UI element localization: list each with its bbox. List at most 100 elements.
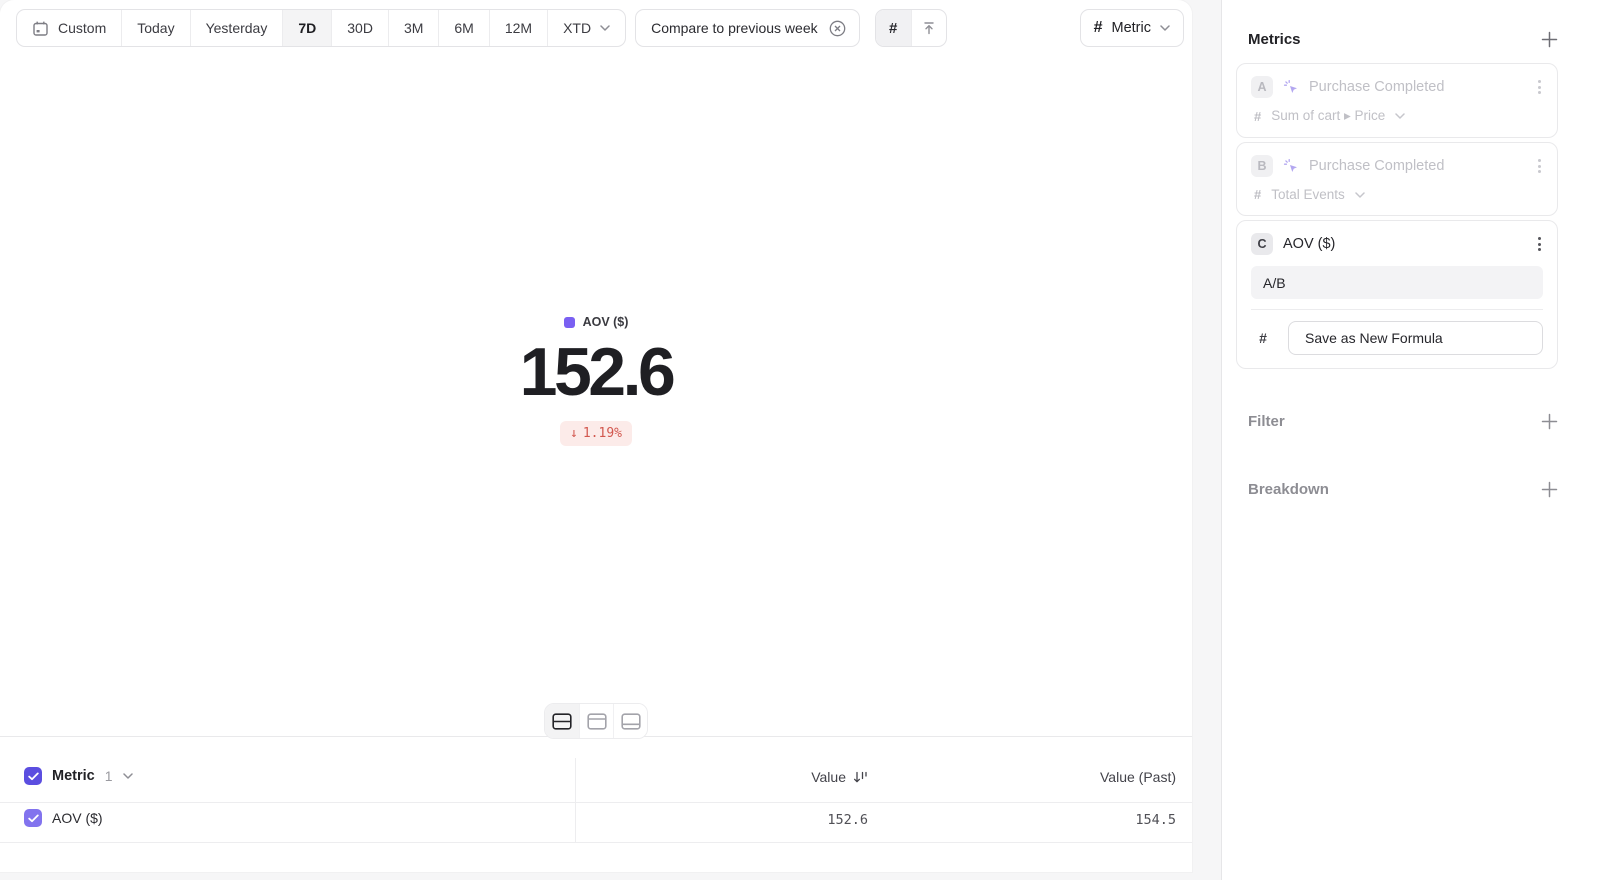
chevron-down-icon[interactable] [123,773,133,779]
metrics-section-header: Metrics [1236,31,1558,48]
add-metric-icon[interactable] [1541,31,1558,48]
row-value-past: 154.5 [1135,812,1176,828]
range-30d[interactable]: 30D [332,10,389,46]
table-header-metric: Metric 1 [24,767,133,785]
uplift-toggle[interactable] [911,10,946,46]
hash-icon: # [889,20,897,37]
hash-icon: # [1251,330,1275,346]
value-past-column-header[interactable]: Value (Past) [1100,769,1176,785]
hash-icon: # [1254,187,1261,202]
range-today[interactable]: Today [122,10,190,46]
metric-event-name: Purchase Completed [1309,79,1444,95]
row-metric-name: AOV ($) [52,810,103,826]
save-formula-button[interactable]: Save as New Formula [1288,321,1543,355]
add-filter-icon[interactable] [1541,413,1558,430]
metric-type-button[interactable]: # Metric [1080,9,1184,47]
arrow-down-icon: ↓ [570,426,578,441]
metric-aggregation-row[interactable]: # Total Events [1251,187,1543,202]
value-display-toggle: # [875,9,947,47]
absolute-values-toggle[interactable]: # [876,10,911,46]
formula-text: A/B [1263,275,1286,291]
filter-section-header: Filter [1236,413,1558,430]
check-icon [28,814,39,823]
range-6m[interactable]: 6M [439,10,489,46]
kpi-value: 152.6 [520,337,673,408]
metric-badge: B [1251,155,1273,177]
range-3m[interactable]: 3M [389,10,439,46]
row-value: 152.6 [827,812,868,828]
formula-input[interactable]: A/B [1251,266,1543,299]
value-past-column-label: Value (Past) [1100,769,1176,785]
breakdown-section-title: Breakdown [1248,481,1329,498]
kpi-change-badge: ↓ 1.19% [560,421,632,446]
range-label: XTD [563,20,591,36]
kpi-change-value: 1.19% [583,426,622,441]
chevron-down-icon [1395,113,1405,119]
range-xtd[interactable]: XTD [548,10,625,46]
hash-icon: # [1254,109,1261,124]
kebab-menu-icon[interactable] [1536,233,1543,254]
select-all-checkbox[interactable] [24,767,42,785]
layout-split-icon [552,713,572,730]
range-12m[interactable]: 12M [490,10,548,46]
report-toolbar: Custom Today Yesterday 7D 30D 3M 6M 12M … [16,9,1184,47]
query-builder-sidebar: Metrics A Purchase Completed [1222,0,1600,880]
value-column-header[interactable]: Value [811,769,868,785]
range-label: 6M [454,20,473,36]
range-label: 30D [347,20,373,36]
metric-type-label: Metric [1112,20,1151,36]
value-column-label: Value [811,769,846,785]
row-checkbox[interactable] [24,809,42,827]
report-canvas: Custom Today Yesterday 7D 30D 3M 6M 12M … [0,0,1192,872]
kpi-block: AOV ($) 152.6 ↓ 1.19% [0,315,1192,446]
range-yesterday[interactable]: Yesterday [191,10,284,46]
range-label: 12M [505,20,532,36]
metric-card-a[interactable]: A Purchase Completed # Sum of cart ▸ Pri… [1236,63,1558,138]
header-row-divider [0,802,1192,803]
range-custom[interactable]: Custom [17,10,122,46]
range-label: Custom [58,20,106,36]
layout-table-only-button[interactable] [613,704,647,738]
legend-label: AOV ($) [583,315,629,329]
range-label: 3M [404,20,423,36]
legend-swatch [564,317,575,328]
compare-pill[interactable]: Compare to previous week [635,9,860,47]
chevron-down-icon [600,25,610,31]
calendar-icon [32,20,49,37]
metric-aggregation-row[interactable]: # Sum of cart ▸ Price [1251,108,1543,124]
compare-label: Compare to previous week [651,20,818,36]
add-breakdown-icon[interactable] [1541,481,1558,498]
chevron-down-icon [1160,25,1170,31]
metric-card-c-formula[interactable]: C AOV ($) A/B # Save as New Formula [1236,220,1558,369]
metric-count: 1 [105,768,113,784]
table-row: AOV ($) [24,809,103,827]
event-sparkle-icon [1283,158,1299,174]
app-root: Custom Today Yesterday 7D 30D 3M 6M 12M … [0,0,1600,880]
metric-card-row: C AOV ($) [1251,232,1543,256]
layout-bottom-icon [621,713,641,730]
results-table: Metric 1 Value Value (Past [0,756,1192,872]
range-label: Yesterday [206,20,268,36]
range-label: 7D [298,20,316,36]
kebab-menu-icon[interactable] [1536,155,1543,176]
filter-section-title: Filter [1248,413,1285,430]
metric-event-name: Purchase Completed [1309,158,1444,174]
layout-switcher [544,703,648,739]
metric-column-label: Metric [52,768,95,784]
sort-descending-icon [853,770,868,784]
aggregation-label: Sum of cart ▸ Price [1271,108,1385,124]
layout-chart-only-button[interactable] [579,704,613,738]
arrow-up-to-bar-icon [921,20,937,36]
formula-name: AOV ($) [1283,236,1335,252]
metric-card-b[interactable]: B Purchase Completed # Total Events [1236,142,1558,216]
range-label: Today [137,20,174,36]
formula-footer: # Save as New Formula [1251,309,1543,355]
layout-split-button[interactable] [545,704,579,738]
remove-compare-icon[interactable] [828,19,847,38]
hash-icon: # [1094,19,1103,37]
range-7d[interactable]: 7D [283,10,332,46]
kebab-menu-icon[interactable] [1536,76,1543,97]
kpi-legend[interactable]: AOV ($) [564,315,629,329]
date-range-group: Custom Today Yesterday 7D 30D 3M 6M 12M … [16,9,626,47]
chevron-down-icon [1355,192,1365,198]
